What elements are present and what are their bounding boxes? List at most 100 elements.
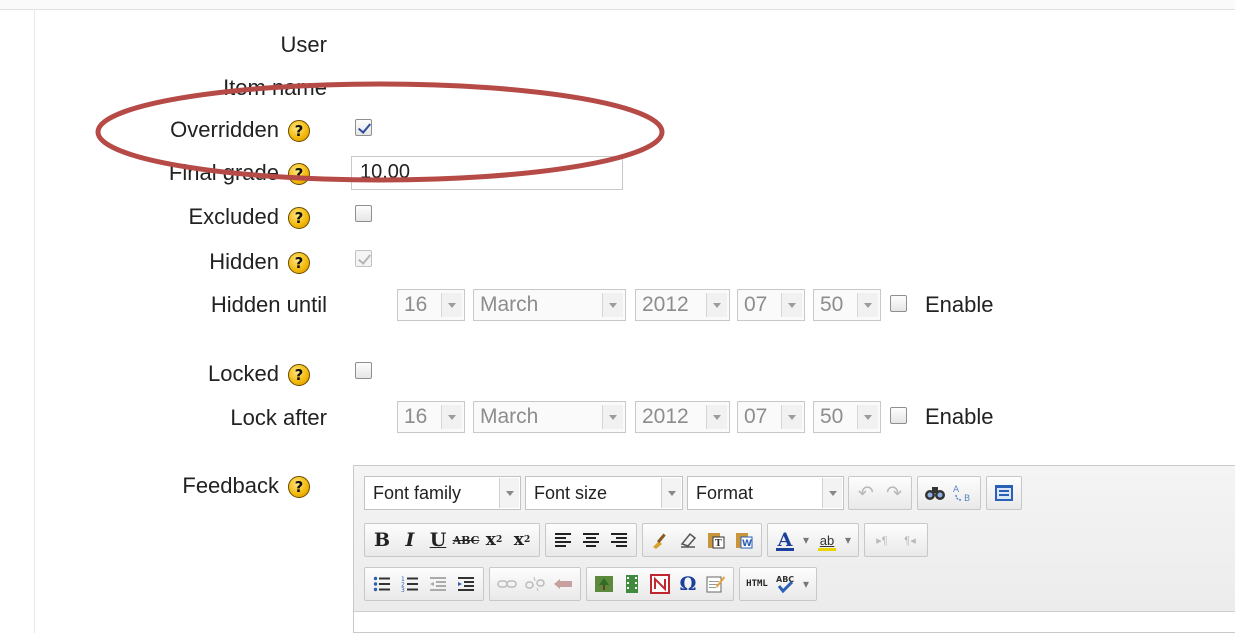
search-group: AB [917, 476, 981, 510]
replace-icon[interactable]: AB [949, 479, 977, 507]
excluded-label-text: Excluded [188, 204, 279, 229]
superscript-icon[interactable]: x2 [508, 526, 536, 554]
feedback-label-text: Feedback [182, 473, 279, 498]
help-icon[interactable] [288, 207, 310, 229]
image-icon[interactable] [590, 570, 618, 598]
outdent-icon[interactable] [424, 570, 452, 598]
undo-icon[interactable]: ↶ [852, 479, 880, 507]
align-right-icon[interactable] [605, 526, 633, 554]
format-select[interactable]: Format [687, 476, 844, 510]
history-group: ↶ ↷ [848, 476, 912, 510]
hidden-until-hour-select[interactable]: 07 [737, 289, 805, 321]
strikethrough-icon[interactable]: ABC [452, 526, 480, 554]
indent-icon[interactable] [452, 570, 480, 598]
alignment-group [545, 523, 637, 557]
help-icon[interactable] [288, 163, 310, 185]
lock-after-minute-select[interactable]: 50 [813, 401, 881, 433]
svg-text:3: 3 [401, 587, 405, 592]
fullscreen-group [986, 476, 1022, 510]
hidden-until-minute-select[interactable]: 50 [813, 289, 881, 321]
fullscreen-icon[interactable] [990, 479, 1018, 507]
chevron-down-icon [857, 293, 878, 317]
paste-word-icon[interactable]: W [730, 526, 758, 554]
editor-content-area[interactable] [354, 612, 1235, 632]
item-name-label: Item name [223, 73, 327, 103]
chevron-down-icon [706, 405, 727, 429]
user-label: User [281, 30, 327, 60]
help-icon[interactable] [288, 120, 310, 142]
overridden-label: Overridden [170, 115, 310, 145]
toolbar-row-3: 123 Ω HTML ABC ▾ [364, 566, 822, 602]
chevron-down-icon[interactable]: ▾ [841, 526, 855, 554]
locked-label: Locked [208, 359, 310, 389]
svg-text:W: W [742, 539, 752, 549]
edit-icon[interactable] [702, 570, 730, 598]
hidden-until-month-select[interactable]: March [473, 289, 626, 321]
lock-after-enable-checkbox[interactable] [890, 407, 907, 424]
rtl-icon[interactable]: ¶◂ [896, 526, 924, 554]
special-char-icon[interactable]: Ω [674, 570, 702, 598]
hidden-until-enable-label[interactable]: Enable [925, 292, 994, 318]
media-icon[interactable] [618, 570, 646, 598]
font-family-select[interactable]: Font family [364, 476, 521, 510]
lock-after-hour-select[interactable]: 07 [737, 401, 805, 433]
chevron-down-icon[interactable]: ▾ [799, 570, 813, 598]
bold-icon[interactable]: B [368, 526, 396, 554]
chevron-down-icon [602, 405, 623, 429]
hidden-until-day-select[interactable]: 16 [397, 289, 465, 321]
overridden-checkbox[interactable] [355, 119, 372, 136]
hidden-until-enable-checkbox[interactable] [890, 295, 907, 312]
svg-text:B: B [964, 494, 970, 503]
text-color-icon[interactable]: A [771, 526, 799, 554]
hidden-until-year-select[interactable]: 2012 [635, 289, 730, 321]
feedback-editor[interactable]: Font family Font size Format ↶ ↷ AB B I … [353, 465, 1235, 633]
anchor-icon[interactable] [549, 570, 577, 598]
page-frame-top [0, 0, 1235, 10]
locked-checkbox[interactable] [355, 362, 372, 379]
chevron-down-icon [857, 405, 878, 429]
unlink-icon[interactable] [521, 570, 549, 598]
help-icon[interactable] [288, 476, 310, 498]
help-icon[interactable] [288, 364, 310, 386]
cleanup-icon[interactable] [646, 526, 674, 554]
no-autolink-icon[interactable] [646, 570, 674, 598]
find-icon[interactable] [921, 479, 949, 507]
italic-icon[interactable]: I [396, 526, 424, 554]
item-name-label-text: Item name [223, 75, 327, 100]
hidden-checkbox[interactable] [355, 250, 372, 267]
paste-text-icon[interactable]: T [702, 526, 730, 554]
chevron-down-icon [706, 293, 727, 317]
ltr-icon[interactable]: ▸¶ [868, 526, 896, 554]
excluded-checkbox[interactable] [355, 205, 372, 222]
html-source-icon[interactable]: HTML [743, 570, 771, 598]
final-grade-input[interactable]: 10.00 [351, 156, 623, 190]
chevron-down-icon [441, 405, 462, 429]
lock-after-label-text: Lock after [230, 405, 327, 430]
lock-after-enable-label[interactable]: Enable [925, 404, 994, 430]
spellcheck-icon[interactable]: ABC [771, 570, 799, 598]
help-icon[interactable] [288, 252, 310, 274]
subscript-icon[interactable]: x2 [480, 526, 508, 554]
bullet-list-icon[interactable] [368, 570, 396, 598]
link-icon[interactable] [493, 570, 521, 598]
editor-toolbar: Font family Font size Format ↶ ↷ AB B I … [354, 466, 1235, 612]
locked-label-text: Locked [208, 361, 279, 386]
lock-after-year-value: 2012 [642, 405, 689, 428]
underline-icon[interactable]: U [424, 526, 452, 554]
chevron-down-icon [822, 478, 842, 508]
chevron-down-icon[interactable]: ▾ [799, 526, 813, 554]
hidden-until-label-text: Hidden until [210, 292, 327, 317]
font-size-select[interactable]: Font size [525, 476, 683, 510]
hidden-until-minute-value: 50 [820, 293, 844, 316]
align-left-icon[interactable] [549, 526, 577, 554]
highlight-color-icon[interactable]: ab [813, 526, 841, 554]
lock-after-day-select[interactable]: 16 [397, 401, 465, 433]
remove-format-icon[interactable] [674, 526, 702, 554]
lock-after-year-select[interactable]: 2012 [635, 401, 730, 433]
lock-after-month-select[interactable]: March [473, 401, 626, 433]
chevron-down-icon [441, 293, 462, 317]
insert-group: Ω [586, 567, 734, 601]
align-center-icon[interactable] [577, 526, 605, 554]
numbered-list-icon[interactable]: 123 [396, 570, 424, 598]
redo-icon[interactable]: ↷ [880, 479, 908, 507]
